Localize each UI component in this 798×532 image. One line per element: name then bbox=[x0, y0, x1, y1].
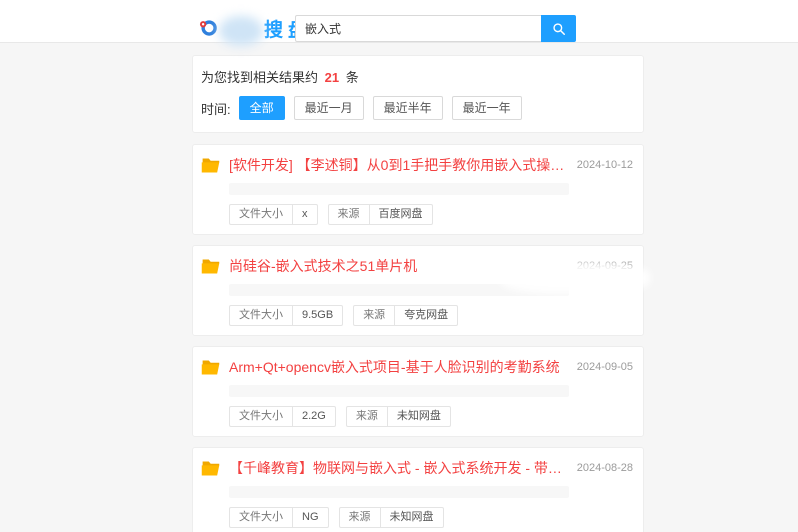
result-date: 2024-09-05 bbox=[576, 361, 633, 373]
result-card: 【千峰教育】物联网与嵌入式 - 嵌入式系统开发 - 带源码课件 2024-08-… bbox=[192, 447, 644, 532]
source-value: 百度网盘 bbox=[368, 205, 432, 224]
summary-prefix: 为您找到相关结果约 bbox=[201, 70, 319, 85]
source-label: 来源 bbox=[337, 208, 360, 220]
time-filter-label: 时间: bbox=[201, 101, 231, 117]
results-list: [软件开发] 【李述铜】从0到1手把手教你用嵌入式操作系统 2024-10-12… bbox=[192, 144, 644, 532]
result-title-link[interactable]: 【千峰教育】物联网与嵌入式 - 嵌入式系统开发 - 带源码课件 bbox=[229, 458, 567, 478]
result-tags: 文件大小 NG 来源 未知网盘 bbox=[229, 507, 633, 528]
source-label: 来源 bbox=[348, 511, 371, 523]
result-tags: 文件大小 9.5GB 来源 夸克网盘 bbox=[229, 305, 633, 326]
result-date: 2024-10-12 bbox=[576, 159, 633, 171]
file-size-tag: 文件大小 NG bbox=[229, 507, 329, 528]
result-card: Arm+Qt+opencv嵌入式项目-基于人脸识别的考勤系统 2024-09-0… bbox=[192, 346, 644, 437]
file-size-label: 文件大小 bbox=[239, 410, 283, 422]
summary-suffix: 条 bbox=[345, 70, 359, 85]
result-tags: 文件大小 2.2G 来源 未知网盘 bbox=[229, 406, 633, 427]
search-bar bbox=[295, 15, 576, 42]
logo-magnifier-icon bbox=[199, 19, 217, 37]
time-filter-option[interactable]: 最近半年 bbox=[372, 96, 443, 120]
source-tag: 来源 夸克网盘 bbox=[353, 305, 459, 326]
time-filter-option[interactable]: 最近一月 bbox=[293, 96, 364, 120]
source-value: 未知网盘 bbox=[379, 508, 443, 527]
blurred-brand-text bbox=[219, 16, 263, 46]
result-title-link[interactable]: Arm+Qt+opencv嵌入式项目-基于人脸识别的考勤系统 bbox=[229, 357, 567, 377]
source-label: 来源 bbox=[355, 410, 378, 422]
source-tag: 来源 未知网盘 bbox=[345, 406, 451, 427]
file-size-value: NG bbox=[292, 508, 328, 527]
file-size-label: 文件大小 bbox=[239, 309, 283, 321]
folder-icon bbox=[200, 257, 221, 275]
censored-description bbox=[229, 284, 569, 296]
file-size-label: 文件大小 bbox=[239, 208, 283, 220]
search-icon bbox=[552, 22, 566, 36]
search-button[interactable] bbox=[541, 15, 576, 42]
censored-description bbox=[229, 183, 569, 195]
source-value: 夸克网盘 bbox=[394, 306, 457, 325]
time-filter-options: 全部 最近一月 最近半年 最近一年 bbox=[238, 96, 531, 120]
file-size-label: 文件大小 bbox=[239, 511, 283, 523]
time-filter-option[interactable]: 全部 bbox=[238, 96, 285, 120]
results-count: 21 bbox=[324, 70, 340, 85]
result-card: [软件开发] 【李述铜】从0到1手把手教你用嵌入式操作系统 2024-10-12… bbox=[192, 144, 644, 235]
folder-icon bbox=[200, 358, 221, 376]
filter-card: 为您找到相关结果约 21 条 时间: 全部 最近一月 最近半年 最近一年 bbox=[192, 55, 644, 133]
censored-description bbox=[229, 486, 569, 498]
file-size-tag: 文件大小 x bbox=[229, 204, 318, 225]
main-area: 为您找到相关结果约 21 条 时间: 全部 最近一月 最近半年 最近一年 [软件开发]… bbox=[0, 43, 798, 532]
result-card: 尚硅谷-嵌入式技术之51单片机 2024-09-25 文件大小 9.5GB 来源… bbox=[192, 245, 644, 336]
source-value: 未知网盘 bbox=[386, 407, 450, 426]
results-summary: 为您找到相关结果约 21 条 bbox=[201, 67, 631, 86]
result-title-link[interactable]: [软件开发] 【李述铜】从0到1手把手教你用嵌入式操作系统 bbox=[229, 155, 567, 175]
source-tag: 来源 未知网盘 bbox=[338, 507, 444, 528]
site-header: 搜盘 bbox=[0, 0, 798, 46]
folder-icon bbox=[200, 156, 221, 174]
folder-icon bbox=[200, 459, 221, 477]
result-tags: 文件大小 x 来源 百度网盘 bbox=[229, 204, 633, 225]
file-size-tag: 文件大小 9.5GB bbox=[229, 305, 344, 326]
file-size-value: 2.2G bbox=[292, 407, 335, 426]
file-size-value: x bbox=[292, 205, 317, 224]
censored-description bbox=[229, 385, 569, 397]
search-input[interactable] bbox=[295, 15, 541, 42]
source-tag: 来源 百度网盘 bbox=[327, 204, 433, 225]
result-title-link[interactable]: 尚硅谷-嵌入式技术之51单片机 bbox=[229, 256, 567, 276]
result-date: 2024-09-25 bbox=[576, 260, 633, 272]
result-date: 2024-08-28 bbox=[576, 462, 633, 474]
source-label: 来源 bbox=[363, 309, 386, 321]
file-size-tag: 文件大小 2.2G bbox=[229, 406, 336, 427]
file-size-value: 9.5GB bbox=[292, 306, 342, 325]
time-filter-option[interactable]: 最近一年 bbox=[451, 96, 522, 120]
time-filter: 时间: 全部 最近一月 最近半年 最近一年 bbox=[201, 96, 631, 120]
